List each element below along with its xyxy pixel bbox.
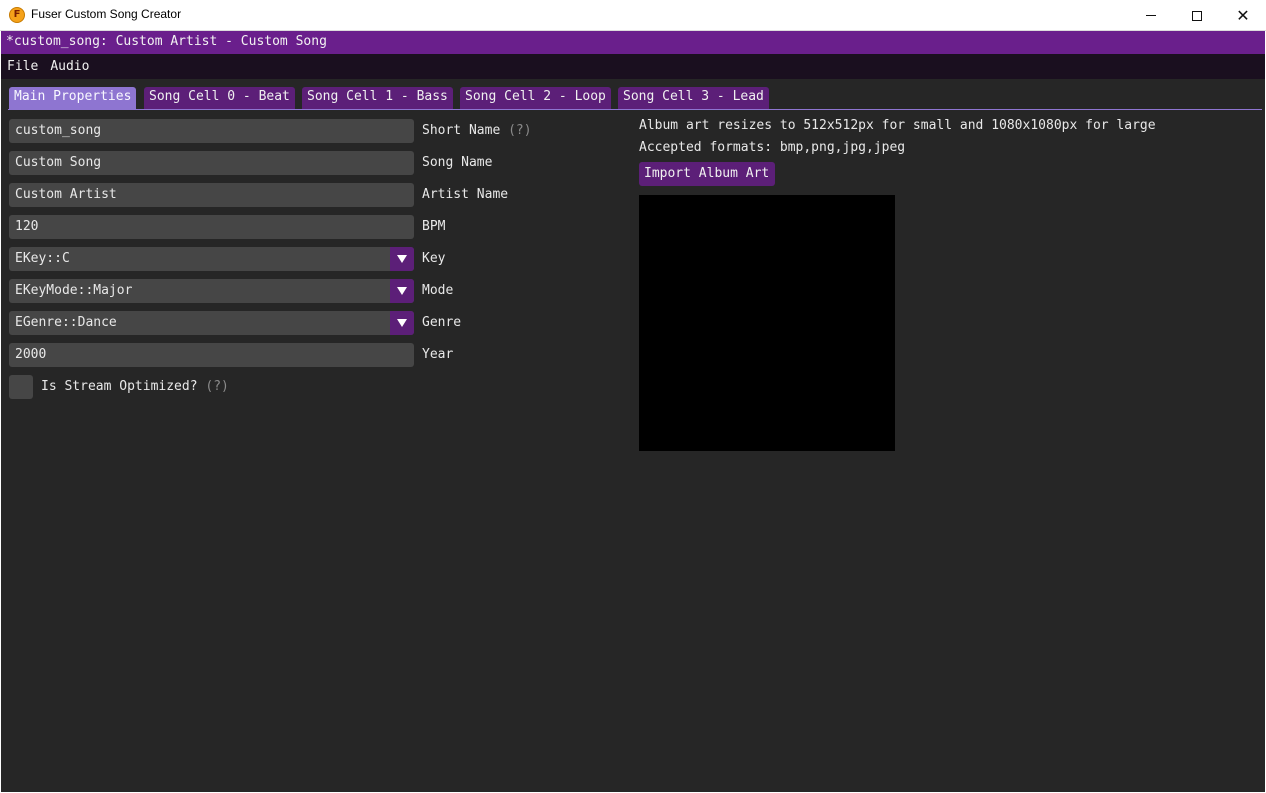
menu-file[interactable]: File [2, 59, 44, 74]
bpm-input[interactable]: 120 [9, 215, 414, 239]
minimize-button[interactable] [1128, 0, 1174, 31]
tab-song-cell-3-lead[interactable]: Song Cell 3 - Lead [618, 87, 769, 109]
window-title: Fuser Custom Song Creator [31, 7, 182, 21]
album-art-preview [639, 195, 895, 451]
album-art-formats-info: Accepted formats: bmp,png,jpg,jpeg [639, 140, 906, 155]
mode-select-value: EKeyMode::Major [15, 283, 133, 298]
key-dropdown-button[interactable] [390, 247, 414, 271]
artist-name-input[interactable]: Custom Artist [9, 183, 414, 207]
mode-label: Mode [422, 283, 454, 298]
tab-main-properties[interactable]: Main Properties [9, 87, 137, 109]
short-name-label: Short Name (?) [422, 123, 532, 138]
mode-dropdown-button[interactable] [390, 279, 414, 303]
tab-bar: Main Properties Song Cell 0 - Beat Song … [1, 79, 1265, 111]
genre-select[interactable]: EGenre::Dance [9, 311, 414, 335]
window-titlebar: F Fuser Custom Song Creator ✕ [0, 0, 1266, 31]
app-window: *custom_song: Custom Artist - Custom Son… [1, 31, 1265, 792]
tab-underline [8, 109, 1262, 110]
stream-optimized-label: Is Stream Optimized? (?) [41, 379, 229, 394]
bpm-label: BPM [422, 219, 446, 234]
menu-bar: File Audio [1, 54, 1265, 79]
menu-audio[interactable]: Audio [45, 59, 95, 74]
genre-dropdown-button[interactable] [390, 311, 414, 335]
genre-label: Genre [422, 315, 462, 330]
key-select-value: EKey::C [15, 251, 70, 266]
close-button[interactable]: ✕ [1220, 0, 1266, 31]
stream-optimized-help-icon[interactable]: (?) [205, 379, 228, 394]
tab-song-cell-2-loop[interactable]: Song Cell 2 - Loop [460, 87, 611, 109]
close-icon: ✕ [1236, 5, 1250, 25]
stream-optimized-checkbox[interactable] [9, 375, 33, 399]
short-name-input[interactable]: custom_song [9, 119, 414, 143]
chevron-down-icon [397, 319, 407, 327]
mode-select[interactable]: EKeyMode::Major [9, 279, 414, 303]
chevron-down-icon [397, 255, 407, 263]
stream-optimized-label-text: Is Stream Optimized? [41, 379, 198, 394]
maximize-button[interactable] [1174, 0, 1220, 31]
chevron-down-icon [397, 287, 407, 295]
import-album-art-button[interactable]: Import Album Art [639, 162, 776, 186]
artist-name-label: Artist Name [422, 187, 509, 202]
song-name-input[interactable]: Custom Song [9, 151, 414, 175]
song-name-label: Song Name [422, 155, 493, 170]
tab-song-cell-0-beat[interactable]: Song Cell 0 - Beat [144, 87, 295, 109]
tab-song-cell-1-bass[interactable]: Song Cell 1 - Bass [302, 87, 453, 109]
year-input[interactable]: 2000 [9, 343, 414, 367]
key-select[interactable]: EKey::C [9, 247, 414, 271]
album-art-size-info: Album art resizes to 512x512px for small… [639, 118, 1156, 133]
genre-select-value: EGenre::Dance [15, 315, 117, 330]
key-label: Key [422, 251, 446, 266]
app-logo-icon: F [9, 7, 25, 23]
short-name-label-text: Short Name [422, 123, 501, 138]
year-label: Year [422, 347, 454, 362]
document-title: *custom_song: Custom Artist - Custom Son… [1, 31, 1265, 54]
short-name-help-icon[interactable]: (?) [508, 123, 531, 138]
minimize-icon [1146, 15, 1156, 16]
maximize-icon [1192, 10, 1202, 21]
